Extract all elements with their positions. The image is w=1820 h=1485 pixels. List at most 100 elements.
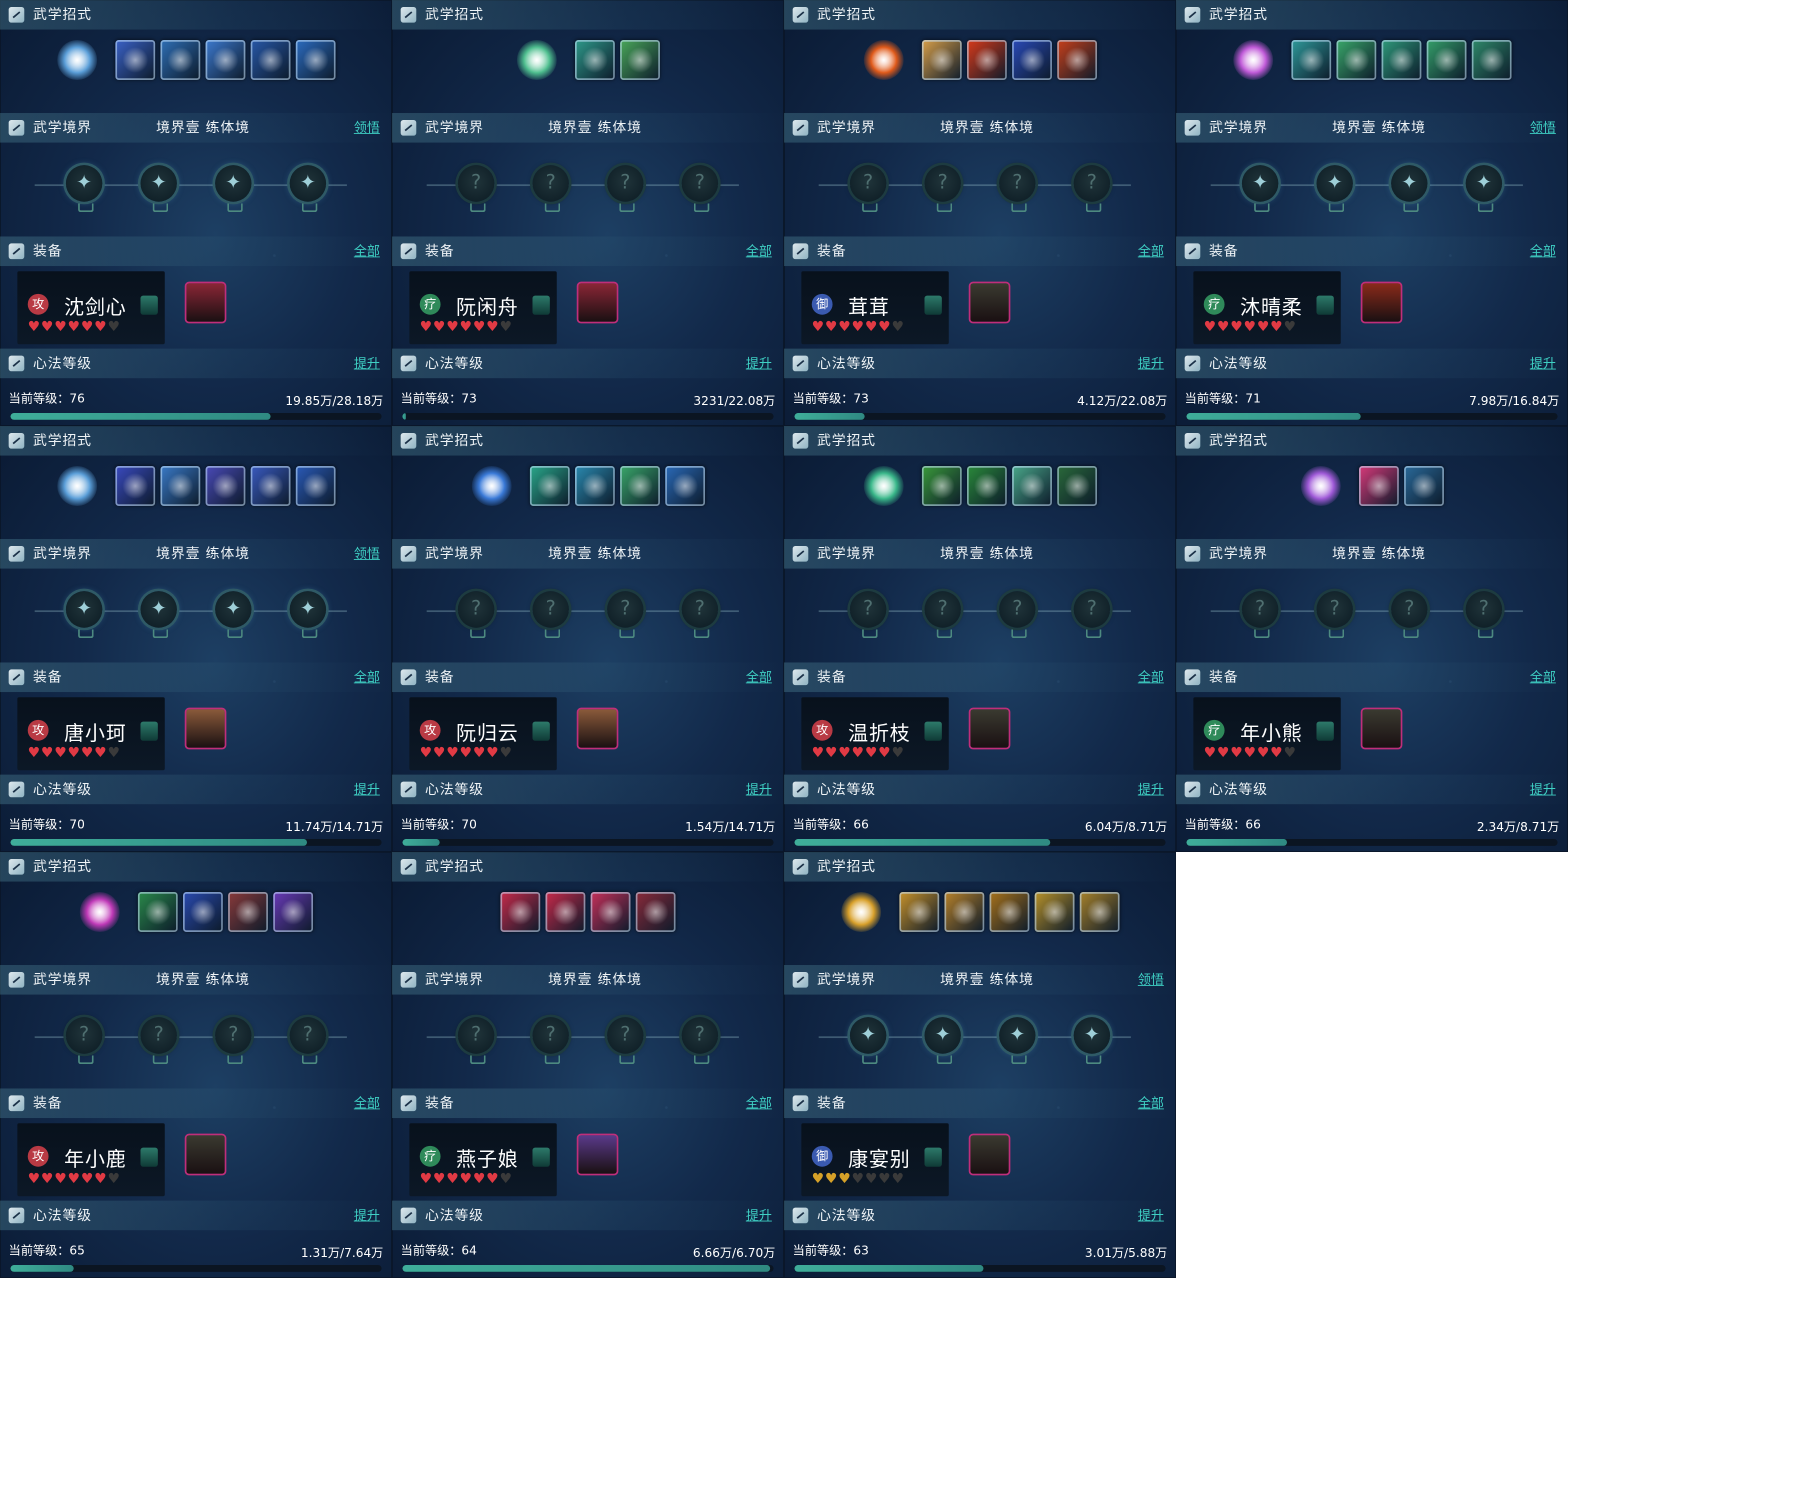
skill-icon[interactable] [921,465,962,506]
upgrade-link[interactable]: 提升 [746,1201,772,1231]
skill-icon[interactable] [574,39,615,80]
realm-node-icon[interactable]: ✦ [65,591,103,639]
character-card[interactable]: 御 茸茸 ♥♥♥♥♥♥♥ [801,271,949,345]
skill-icon[interactable] [898,891,939,932]
skill-icon[interactable] [664,465,705,506]
skill-icon[interactable] [1079,891,1120,932]
skill-icon[interactable] [114,465,155,506]
upgrade-link[interactable]: 提升 [1138,1201,1164,1231]
locked-realm-node-icon[interactable]: ? [215,1017,252,1065]
locked-realm-node-icon[interactable]: ? [457,591,495,639]
realm-node-icon[interactable]: ✦ [999,1017,1036,1065]
locked-realm-node-icon[interactable]: ? [532,1017,569,1065]
skill-icon[interactable] [574,465,615,506]
main-skill-icon[interactable] [56,39,97,80]
skill-icon[interactable] [137,891,178,932]
character-card[interactable]: 攻 温折枝 ♥♥♥♥♥♥♥ [801,697,949,771]
comprehend-link[interactable]: 领悟 [354,539,380,569]
skill-icon[interactable] [944,891,984,932]
locked-realm-node-icon[interactable]: ? [65,1017,103,1065]
skill-icon[interactable] [250,465,291,506]
locked-realm-node-icon[interactable]: ? [1073,591,1111,639]
skill-icon[interactable] [1403,465,1444,506]
equipment-slot[interactable] [186,283,225,322]
skill-icon[interactable] [1011,39,1052,80]
equipment-slot[interactable] [578,283,617,322]
skill-icon[interactable] [619,39,660,80]
view-all-link[interactable]: 全部 [746,236,772,266]
locked-realm-node-icon[interactable]: ? [1241,591,1279,639]
character-card[interactable]: 攻 阮归云 ♥♥♥♥♥♥♥ [409,697,557,771]
locked-realm-node-icon[interactable]: ? [457,1017,495,1065]
skill-icon[interactable] [227,891,268,932]
equipment-slot[interactable] [186,1135,225,1174]
view-all-link[interactable]: 全部 [354,662,380,692]
upgrade-link[interactable]: 提升 [1138,349,1164,379]
upgrade-link[interactable]: 提升 [354,349,380,379]
skill-icon[interactable] [1381,39,1421,80]
skill-icon[interactable] [1034,891,1075,932]
realm-node-icon[interactable]: ✦ [1073,1017,1111,1065]
equipment-slot[interactable] [1362,709,1401,748]
character-card[interactable]: 攻 沈剑心 ♥♥♥♥♥♥♥ [17,271,165,345]
locked-realm-node-icon[interactable]: ? [924,165,961,213]
skill-icon[interactable] [182,891,223,932]
upgrade-link[interactable]: 提升 [1530,775,1556,805]
locked-realm-node-icon[interactable]: ? [289,1017,327,1065]
upgrade-link[interactable]: 提升 [1138,775,1164,805]
upgrade-link[interactable]: 提升 [354,1201,380,1231]
realm-node-icon[interactable]: ✦ [1465,165,1503,213]
skill-icon[interactable] [114,39,155,80]
realm-node-icon[interactable]: ✦ [1316,165,1353,213]
realm-node-icon[interactable]: ✦ [65,165,103,213]
realm-node-icon[interactable]: ✦ [140,591,177,639]
view-all-link[interactable]: 全部 [1530,236,1556,266]
realm-node-icon[interactable]: ✦ [289,165,327,213]
equipment-slot[interactable] [1362,283,1401,322]
main-skill-icon[interactable] [1232,39,1273,80]
skill-icon[interactable] [295,39,336,80]
upgrade-link[interactable]: 提升 [746,349,772,379]
skill-icon[interactable] [1336,39,1376,80]
character-card[interactable]: 攻 唐小珂 ♥♥♥♥♥♥♥ [17,697,165,771]
equipment-slot[interactable] [186,709,225,748]
character-card[interactable]: 攻 年小鹿 ♥♥♥♥♥♥♥ [17,1123,165,1197]
skill-icon[interactable] [160,465,200,506]
skill-icon[interactable] [1471,39,1512,80]
main-skill-icon[interactable] [1300,465,1341,506]
skill-icon[interactable] [1056,39,1097,80]
character-card[interactable]: 疗 年小熊 ♥♥♥♥♥♥♥ [1193,697,1341,771]
locked-realm-node-icon[interactable]: ? [999,591,1036,639]
locked-realm-node-icon[interactable]: ? [681,1017,719,1065]
locked-realm-node-icon[interactable]: ? [532,165,569,213]
upgrade-link[interactable]: 提升 [1530,349,1556,379]
upgrade-link[interactable]: 提升 [354,775,380,805]
main-skill-icon[interactable] [863,39,904,80]
locked-realm-node-icon[interactable]: ? [849,591,887,639]
upgrade-link[interactable]: 提升 [746,775,772,805]
main-skill-icon[interactable] [56,465,97,506]
view-all-link[interactable]: 全部 [354,1088,380,1118]
skill-icon[interactable] [205,39,245,80]
equipment-slot[interactable] [970,709,1009,748]
skill-icon[interactable] [205,465,245,506]
skill-icon[interactable] [272,891,313,932]
realm-node-icon[interactable]: ✦ [289,591,327,639]
locked-realm-node-icon[interactable]: ? [1073,165,1111,213]
skill-icon[interactable] [160,39,200,80]
skill-icon[interactable] [966,39,1007,80]
main-skill-icon[interactable] [840,891,881,932]
locked-realm-node-icon[interactable]: ? [140,1017,177,1065]
locked-realm-node-icon[interactable]: ? [607,1017,644,1065]
skill-icon[interactable] [1011,465,1052,506]
view-all-link[interactable]: 全部 [354,236,380,266]
comprehend-link[interactable]: 领悟 [1138,965,1164,995]
main-skill-icon[interactable] [516,39,557,80]
skill-icon[interactable] [545,891,586,932]
equipment-slot[interactable] [578,1135,617,1174]
equipment-slot[interactable] [578,709,617,748]
skill-icon[interactable] [619,465,660,506]
equipment-slot[interactable] [970,283,1009,322]
realm-node-icon[interactable]: ✦ [1391,165,1428,213]
comprehend-link[interactable]: 领悟 [354,113,380,143]
